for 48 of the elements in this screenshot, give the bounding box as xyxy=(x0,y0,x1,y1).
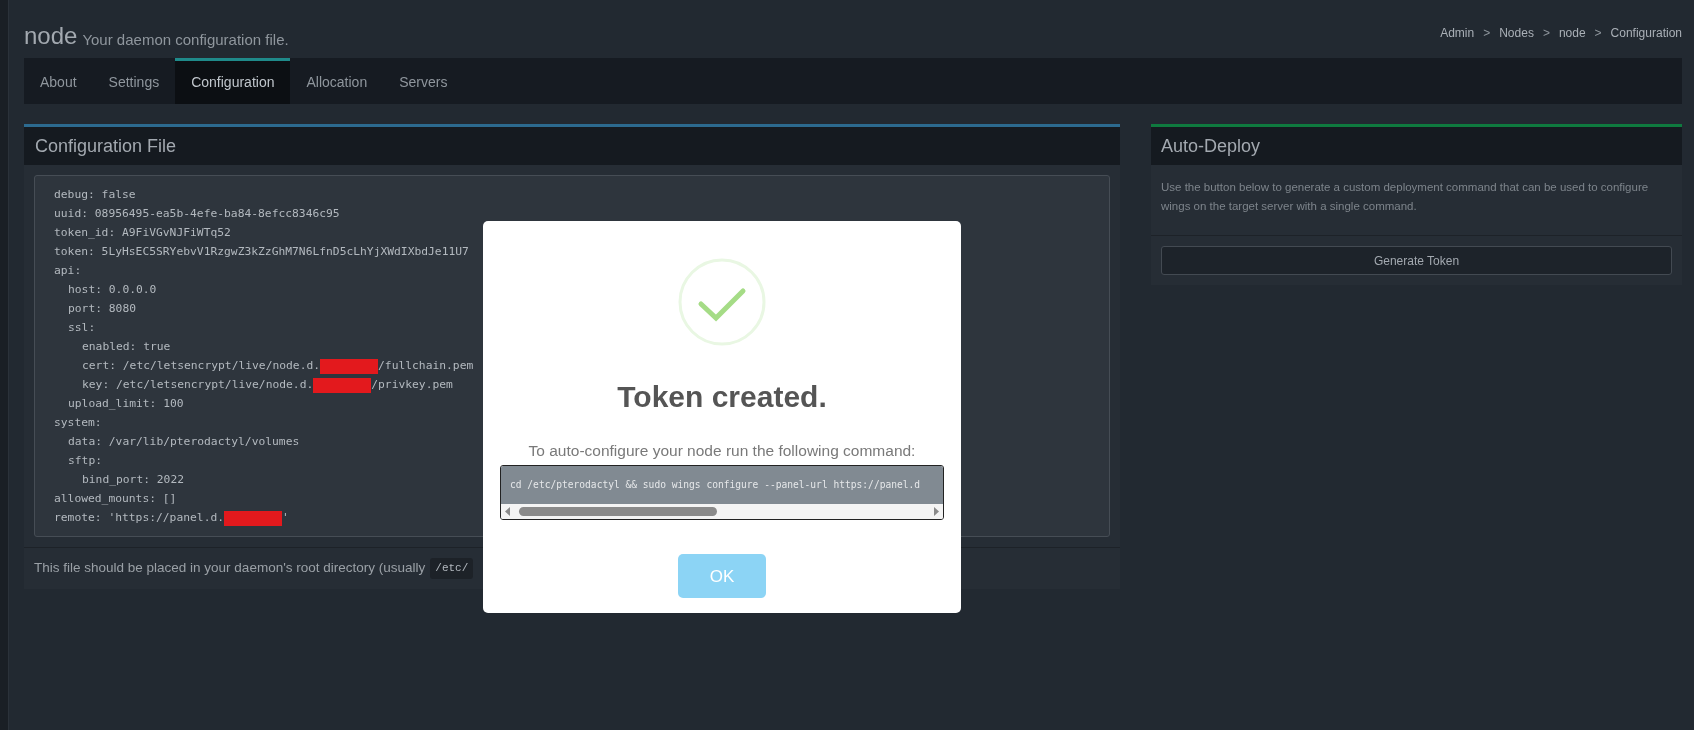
redaction-bar xyxy=(313,378,372,393)
tab[interactable]: About xyxy=(24,58,93,104)
code-line: allowed_mounts: [] xyxy=(54,491,177,508)
code-line: bind_port: 2022 xyxy=(82,472,185,489)
dialog-message: To auto-configure your node run the following command: xyxy=(528,441,916,461)
code-line: ' xyxy=(282,510,289,527)
command-code: cd /etc/pterodactyl && sudo wings configure --panel-url https://panel.d xyxy=(501,466,943,505)
code-line: remote: 'https://panel.d. xyxy=(54,510,225,527)
code-line: token_id: A9FiVGvNJFiWTq52 xyxy=(54,225,231,242)
breadcrumb-current: Configuration xyxy=(1610,25,1682,42)
code-line: host: 0.0.0.0 xyxy=(68,282,157,299)
code-line: key: /etc/letsencrypt/live/node.d. xyxy=(82,377,314,394)
path-code: /etc/ xyxy=(430,558,474,579)
generate-token-button[interactable]: Generate Token xyxy=(1161,246,1672,275)
redaction-bar xyxy=(224,511,283,526)
breadcrumb-link[interactable]: Admin xyxy=(1440,24,1475,42)
page-title: node xyxy=(24,24,78,48)
code-line: cert: /etc/letsencrypt/live/node.d. xyxy=(82,358,321,375)
code-line: /fullchain.pem xyxy=(378,358,474,375)
breadcrumb-link[interactable]: node xyxy=(1558,24,1586,42)
footer-note: This file should be placed in your daemon's root directory (usually xyxy=(34,559,426,578)
panel-title: Configuration File xyxy=(35,134,177,158)
code-line: ssl: xyxy=(68,320,96,337)
success-check-icon xyxy=(677,257,767,347)
code-line: /privkey.pem xyxy=(371,377,453,394)
code-line: port: 8080 xyxy=(68,301,136,318)
tab[interactable]: Servers xyxy=(383,58,464,104)
tab[interactable]: Configuration xyxy=(175,58,291,104)
code-line: uuid: 08956495-ea5b-4efe-ba84-8efcc8346c95 xyxy=(54,206,340,223)
code-line: system: xyxy=(54,415,102,432)
tab[interactable]: Allocation xyxy=(290,58,384,104)
code-line: data: /var/lib/pterodactyl/volumes xyxy=(68,434,300,451)
panel-title: Auto-Deploy xyxy=(1161,134,1261,158)
code-line: sftp: xyxy=(68,453,102,470)
dialog-title: Token created. xyxy=(617,379,827,415)
breadcrumb-separator: > xyxy=(1594,25,1602,42)
breadcrumb-separator: > xyxy=(1542,25,1550,42)
code-line: upload_limit: 100 xyxy=(68,396,184,413)
code-line: debug: false xyxy=(54,187,136,204)
tab[interactable]: Settings xyxy=(92,58,176,104)
breadcrumb-separator: > xyxy=(1483,25,1491,42)
code-line: enabled: true xyxy=(82,339,171,356)
deploy-description: Use the button below to generate a custom deployment command that can be used to configure wings on the target server with a single command. xyxy=(1161,180,1650,214)
breadcrumb-link[interactable]: Nodes xyxy=(1499,24,1534,42)
page-subtitle: Your daemon configuration file. xyxy=(82,32,289,48)
code-line: token: 5LyHsEC5SRYebvV1RzgwZ3kZzGhM7N6LfnD5cLhYjXWdIXbdJe11U7 xyxy=(54,244,469,261)
code-line: api: xyxy=(54,263,82,280)
redaction-bar xyxy=(320,359,379,374)
